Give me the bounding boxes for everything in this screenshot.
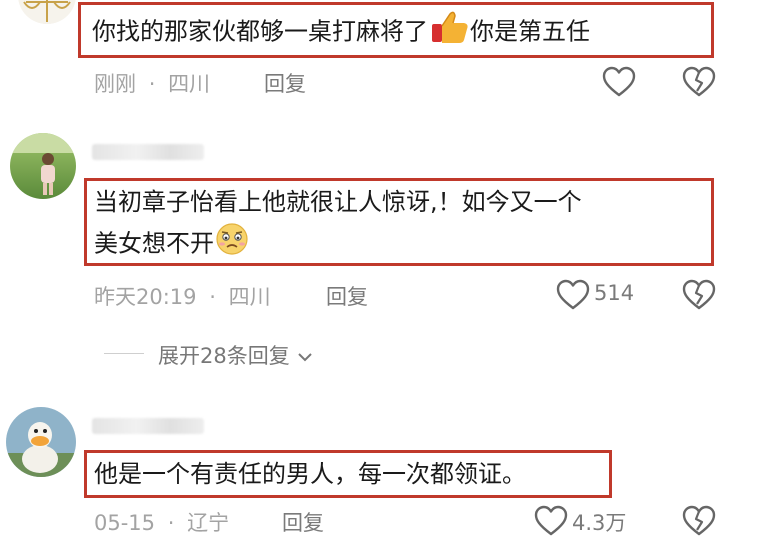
like-heart-icon[interactable] [534,505,568,541]
reply-button[interactable]: 回复 [326,281,368,311]
comment-text-line2: 美女想不开 [94,222,250,267]
comment-time: 昨天20:19 [94,285,197,309]
comment-meta: 昨天20:19 · 四川 [94,281,271,311]
like-count: 4.3万 [572,511,627,535]
thumbs-up-icon [428,10,470,55]
avatar-photo-icon [10,133,76,199]
comment-text-line2-text: 美女想不开 [94,229,214,258]
avatar[interactable] [10,133,76,199]
worried-face-icon [214,222,250,267]
dislike-broken-heart-icon[interactable] [682,279,716,315]
avatar[interactable] [18,0,76,24]
like-heart-icon[interactable] [602,66,636,102]
comment-text-part2: 你是第五任 [470,17,590,46]
comment-text: 他是一个有责任的男人，每一次都领证。 [94,460,526,488]
comment-location: 四川 [228,285,271,309]
username-redacted [92,144,204,160]
comment-location: 四川 [168,72,211,96]
meta-separator: · [148,72,156,96]
comment-text: 你找的那家伙都够一桌打麻将了 你是第五任 [92,10,590,55]
comment-text-line1: 当初章子怡看上他就很让人惊讶,！如今又一个 [94,188,582,216]
comment-meta: 刚刚 · 四川 [94,68,210,98]
meta-separator: · [209,285,216,309]
reply-button[interactable]: 回复 [264,68,306,98]
dislike-broken-heart-icon[interactable] [682,66,716,102]
like-count: 514 [594,281,635,305]
comment-time: 05-15 [94,511,156,535]
dislike-broken-heart-icon[interactable] [682,505,716,541]
expand-replies-label: 展开28条回复 [158,344,290,368]
comment-location: 辽宁 [187,511,230,535]
like-heart-icon[interactable] [556,279,590,315]
expand-divider [104,353,144,354]
comment-time: 刚刚 [94,72,136,96]
username-redacted [92,418,204,434]
reply-button[interactable]: 回复 [282,507,324,537]
expand-replies-button[interactable]: 展开28条回复 [158,340,314,370]
avatar[interactable] [6,407,76,477]
avatar-scale-icon [18,0,76,24]
meta-separator: · [167,511,175,535]
chevron-down-icon [298,353,313,362]
comment-meta: 05-15 · 辽宁 [94,507,229,537]
comment-text-part1: 你找的那家伙都够一桌打麻将了 [92,17,428,46]
avatar-duck-icon [6,407,76,477]
